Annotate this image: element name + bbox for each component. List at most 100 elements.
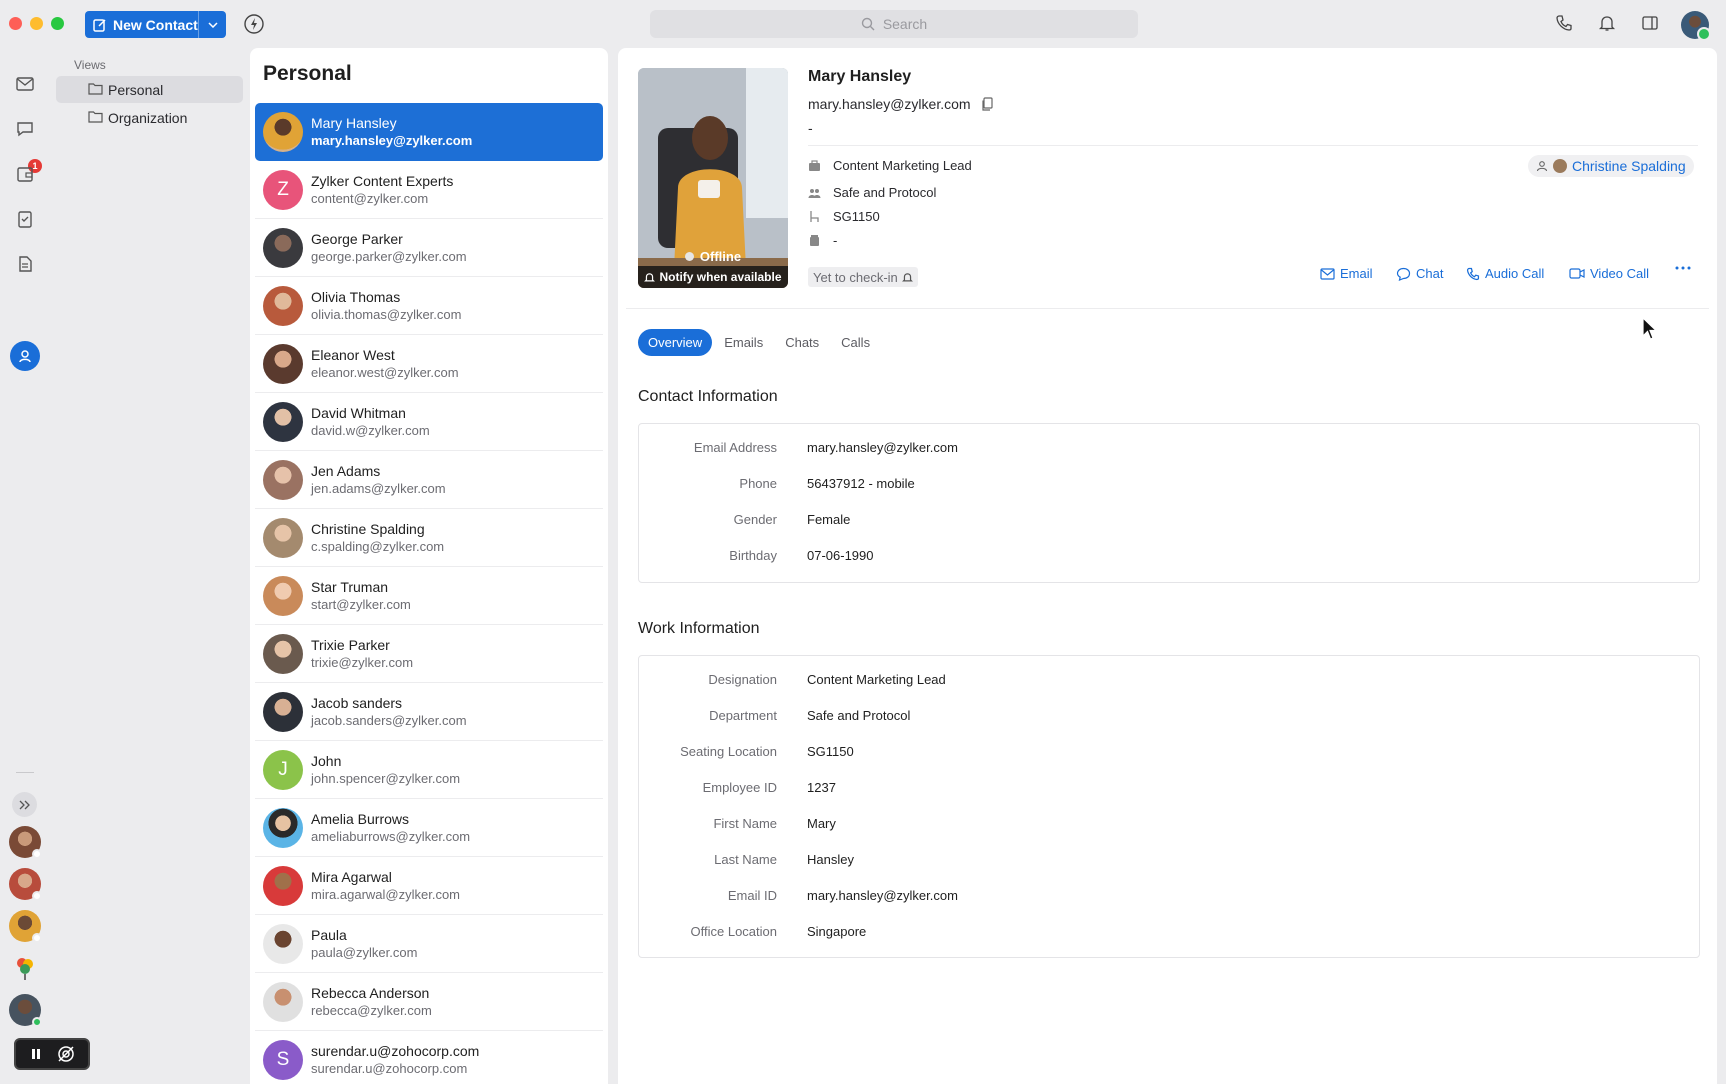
field-label: Seating Location	[680, 744, 777, 759]
contact-row[interactable]: Olivia Thomas olivia.thomas@zylker.com	[255, 277, 603, 335]
presence-dot	[684, 252, 694, 261]
contact-row[interactable]: Jacob sanders jacob.sanders@zylker.com	[255, 683, 603, 741]
tab-calls[interactable]: Calls	[831, 329, 880, 356]
views-heading: Views	[74, 58, 106, 72]
contacts-app-button[interactable]	[10, 341, 40, 371]
close-window-button[interactable]	[9, 17, 22, 30]
mail-icon[interactable]	[15, 74, 35, 94]
field-label: Designation	[708, 672, 777, 687]
field-value: Content Marketing Lead	[807, 672, 946, 687]
reporting-manager-chip[interactable]: Christine Spalding	[1528, 155, 1694, 177]
contact-row[interactable]: George Parker george.parker@zylker.com	[255, 219, 603, 277]
pinned-contact-avatar[interactable]	[9, 910, 42, 943]
contact-row[interactable]: Amelia Burrows ameliaburrows@zylker.com	[255, 799, 603, 857]
tasks-icon[interactable]	[15, 209, 35, 229]
app-rail: 1	[0, 48, 50, 1084]
phone-button[interactable]	[1555, 14, 1573, 32]
view-item-label: Personal	[108, 81, 164, 98]
contact-avatar	[263, 286, 303, 326]
seat-icon	[810, 211, 819, 222]
notify-when-available-button[interactable]: Notify when available	[638, 266, 788, 288]
user-profile-avatar[interactable]	[1681, 11, 1711, 41]
contact-email: george.parker@zylker.com	[311, 249, 467, 264]
contact-name-heading: Mary Hansley	[808, 68, 912, 85]
field-label: Department	[709, 708, 777, 723]
new-contact-dropdown[interactable]	[198, 11, 226, 38]
contact-row[interactable]: Paula paula@zylker.com	[255, 915, 603, 973]
expand-rail-button[interactable]	[12, 792, 37, 817]
contact-row[interactable]: Z Zylker Content Experts content@zylker.…	[255, 161, 603, 219]
contact-row[interactable]: Christine Spalding c.spalding@zylker.com	[255, 509, 603, 567]
audio-call-label: Audio Call	[1485, 266, 1545, 281]
contact-name: David Whitman	[311, 405, 406, 421]
checkin-status[interactable]: Yet to check-in	[808, 267, 918, 287]
divider	[626, 308, 1709, 309]
pinned-contact-avatar[interactable]	[9, 826, 42, 859]
contact-row[interactable]: Eleanor West eleanor.west@zylker.com	[255, 335, 603, 393]
person-icon	[1536, 161, 1548, 172]
tab-emails[interactable]: Emails	[714, 329, 773, 356]
more-actions-button[interactable]	[1675, 266, 1691, 270]
quick-actions-button[interactable]	[243, 13, 265, 35]
field-value: Safe and Protocol	[807, 708, 911, 723]
contact-row[interactable]: Jen Adams jen.adams@zylker.com	[255, 451, 603, 509]
audio-call-button[interactable]: Audio Call	[1466, 266, 1544, 281]
contact-row[interactable]: Mary Hansley mary.hansley@zylker.com	[255, 103, 603, 161]
field-employee-id: Employee ID 1237	[639, 780, 1699, 800]
copy-icon[interactable]	[981, 97, 994, 111]
notes-icon[interactable]	[15, 254, 35, 274]
contact-row[interactable]: Star Truman start@zylker.com	[255, 567, 603, 625]
contact-name: Mary Hansley	[311, 115, 397, 131]
pinned-contact-avatar[interactable]	[9, 994, 42, 1027]
tab-chats[interactable]: Chats	[775, 329, 829, 356]
notifications-button[interactable]	[1598, 14, 1616, 32]
field-phone: Phone 56437912 - mobile	[639, 476, 1699, 496]
pinned-app-icon[interactable]	[9, 952, 41, 984]
title-bar: New Contact Search	[0, 0, 1726, 48]
field-email-id: Email ID mary.hansley@zylker.com	[639, 888, 1699, 908]
contact-email-line: mary.hansley@zylker.com	[808, 96, 994, 112]
bell-icon	[1598, 16, 1616, 31]
folder-icon	[88, 83, 103, 95]
balloon-icon	[17, 958, 33, 980]
contact-row[interactable]: David Whitman david.w@zylker.com	[255, 393, 603, 451]
contact-row[interactable]: J John john.spencer@zylker.com	[255, 741, 603, 799]
field-label: Office Location	[690, 924, 777, 939]
contact-row[interactable]: Rebecca Anderson rebecca@zylker.com	[255, 973, 603, 1031]
toggle-panel-button[interactable]	[1641, 14, 1659, 32]
field-label: Email ID	[727, 888, 777, 903]
video-camera-icon	[1569, 268, 1585, 279]
zoom-window-button[interactable]	[51, 17, 64, 30]
field-label: Email Address	[693, 440, 777, 455]
tab-overview[interactable]: Overview	[638, 329, 713, 356]
field-office-location: Office Location Singapore	[639, 924, 1699, 944]
new-contact-main[interactable]: New Contact	[85, 11, 198, 38]
contact-row[interactable]: Mira Agarwal mira.agarwal@zylker.com	[255, 857, 603, 915]
minimize-window-button[interactable]	[30, 17, 43, 30]
divider	[808, 145, 1698, 146]
view-item-organization[interactable]: Organization	[56, 104, 243, 131]
view-item-personal[interactable]: Personal	[56, 76, 243, 103]
calendar-icon[interactable]	[15, 164, 35, 184]
video-call-button[interactable]: Video Call	[1569, 266, 1649, 281]
rail-divider	[16, 772, 34, 773]
new-contact-button[interactable]: New Contact	[85, 11, 226, 38]
double-chevron-right-icon	[19, 800, 30, 809]
contact-row[interactable]: S surendar.u@zohocorp.com surendar.u@zoh…	[255, 1031, 603, 1084]
contact-name: Rebecca Anderson	[311, 985, 430, 1001]
search-input[interactable]: Search	[650, 10, 1138, 38]
manager-name: Christine Spalding	[1572, 158, 1686, 174]
field-label: Phone	[739, 476, 777, 491]
chat-action-button[interactable]: Chat	[1396, 266, 1443, 281]
contact-row[interactable]: Trixie Parker trixie@zylker.com	[255, 625, 603, 683]
department-line: Safe and Protocol	[808, 185, 936, 200]
pause-icon[interactable]	[29, 1047, 43, 1061]
contact-information-heading: Contact Information	[638, 388, 778, 405]
pinned-contact-avatar[interactable]	[9, 868, 42, 901]
checkin-label: Yet to check-in	[813, 269, 898, 285]
presence-status: Offline	[638, 249, 788, 264]
email-action-button[interactable]: Email	[1320, 266, 1373, 281]
chat-icon[interactable]	[15, 119, 35, 139]
contact-email-text: mary.hansley@zylker.com	[808, 96, 971, 112]
contact-name: George Parker	[311, 231, 403, 247]
